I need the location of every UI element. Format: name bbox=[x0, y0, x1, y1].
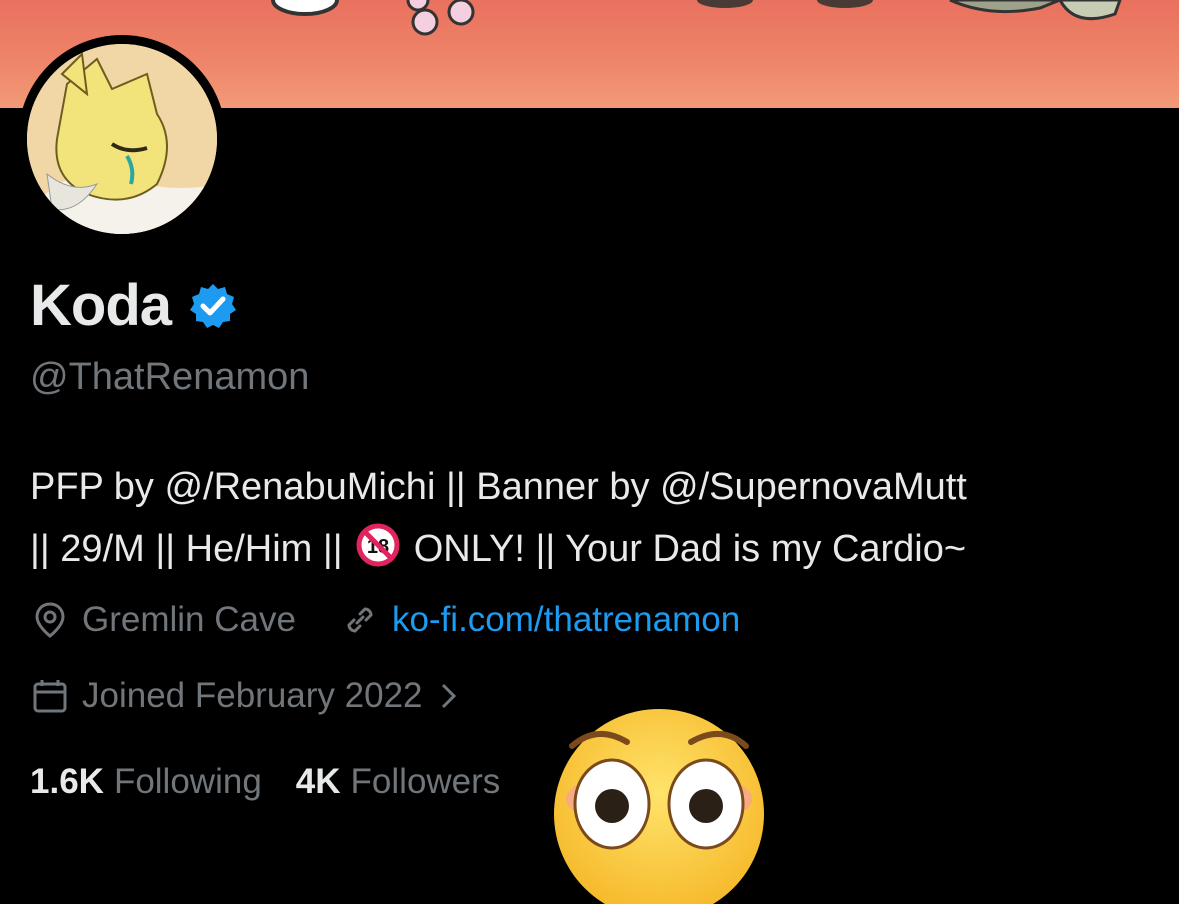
no-one-under-18-icon: 18 bbox=[356, 523, 400, 567]
handle: @ThatRenamon bbox=[30, 356, 310, 398]
following-count: 1.6K bbox=[30, 762, 104, 801]
link-icon bbox=[347, 607, 373, 633]
bio-line-1: PFP by @/RenabuMichi || Banner by @/Supe… bbox=[30, 466, 967, 508]
website-link[interactable]: ko-fi.com/thatrenamon bbox=[392, 600, 740, 640]
joined-text: Joined February 2022 bbox=[82, 676, 423, 715]
joined-date[interactable]: Joined February 2022 bbox=[30, 676, 459, 716]
following-stat[interactable]: 1.6K Following bbox=[30, 762, 262, 802]
bio: PFP by @/RenabuMichi || Banner by @/Supe… bbox=[30, 456, 1160, 580]
followers-label: Followers bbox=[350, 762, 501, 801]
display-name: Koda bbox=[30, 273, 172, 338]
verified-badge-icon[interactable] bbox=[189, 282, 237, 330]
location-pin-icon bbox=[35, 602, 65, 638]
avatar[interactable] bbox=[27, 44, 217, 234]
location: Gremlin Cave bbox=[30, 600, 296, 640]
follow-stats: 1.6K Following 4K Followers bbox=[30, 762, 500, 802]
following-label: Following bbox=[113, 762, 262, 801]
bio-line-2-end: ONLY! || Your Dad is my Cardio~ bbox=[413, 528, 967, 570]
location-text: Gremlin Cave bbox=[82, 600, 296, 639]
website[interactable]: ko-fi.com/thatrenamon bbox=[340, 600, 740, 640]
avatar-border[interactable] bbox=[18, 35, 226, 243]
chevron-right-icon[interactable] bbox=[439, 681, 459, 711]
followers-count: 4K bbox=[295, 762, 341, 801]
bio-line-2-start: || 29/M || He/Him || bbox=[30, 528, 343, 570]
calendar-icon bbox=[33, 680, 67, 713]
flushed-face-emoji bbox=[554, 709, 764, 904]
followers-stat[interactable]: 4K Followers bbox=[296, 762, 501, 802]
